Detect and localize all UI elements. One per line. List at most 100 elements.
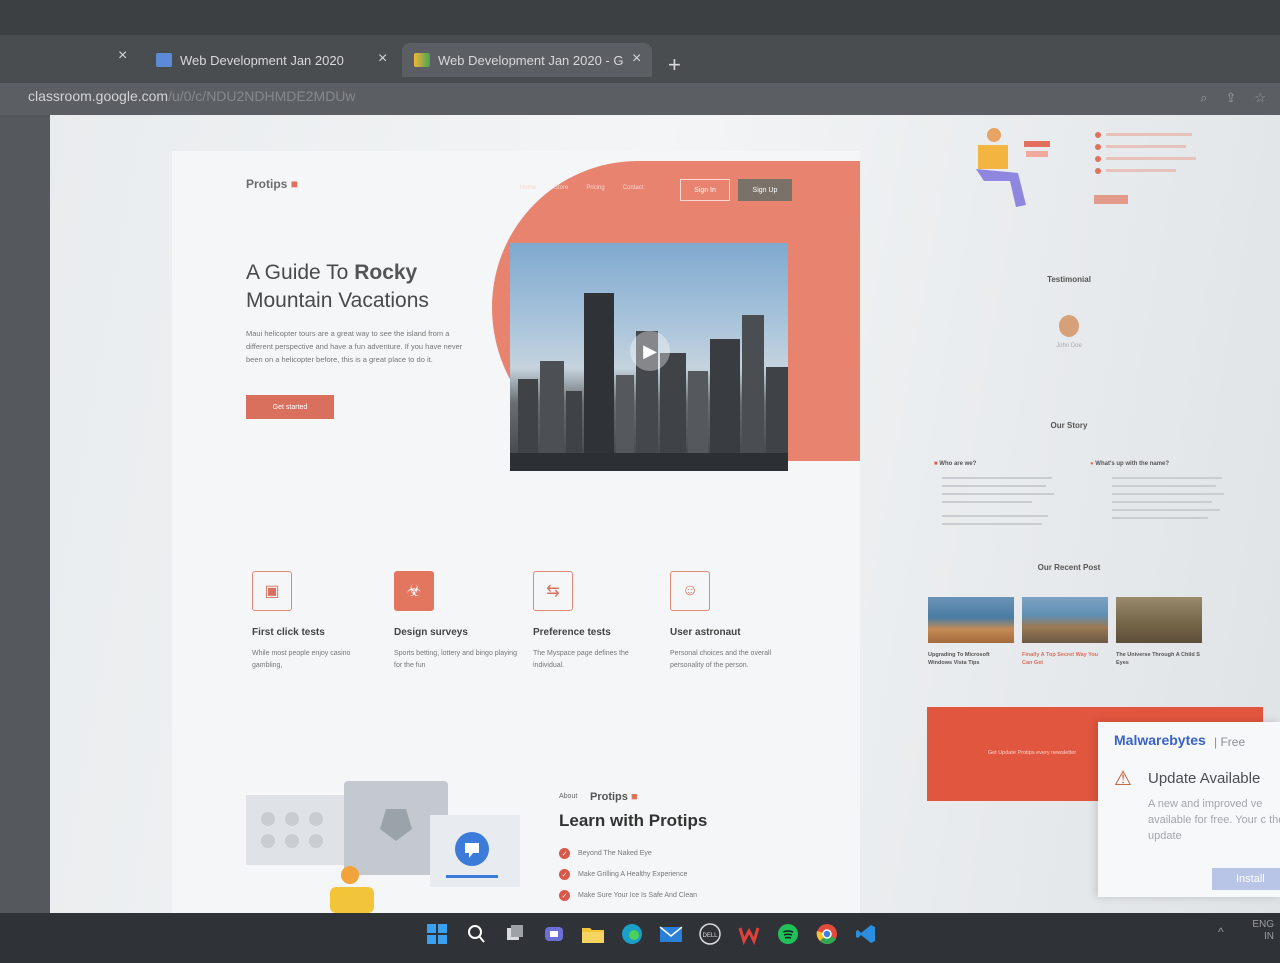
testimonial-avatar bbox=[1059, 315, 1079, 337]
close-tab-icon[interactable]: × bbox=[632, 50, 641, 68]
malwarebytes-notification: Malwarebytes | Free ⚠ Update Available A… bbox=[1098, 722, 1280, 897]
first-click-icon: ▣ bbox=[252, 571, 292, 611]
hero-title-part: Mountain Vacations bbox=[246, 289, 429, 312]
tier-text: Free bbox=[1220, 735, 1246, 749]
vscode-icon[interactable] bbox=[853, 921, 879, 947]
classroom-favicon-icon bbox=[156, 53, 172, 67]
spotify-icon[interactable] bbox=[775, 921, 801, 947]
region-code: IN bbox=[1264, 931, 1274, 942]
feature-first-click-tests: ▣ First click tests While most people en… bbox=[252, 571, 377, 672]
page-viewport: Protips ■ Home Store Pricing Contact Sig… bbox=[50, 115, 1280, 913]
url-text[interactable]: classroom.google.com/u/0/c/NDU2NDHMDE2MD… bbox=[28, 88, 356, 104]
feature-title: First click tests bbox=[252, 627, 325, 638]
post-title: Finally A Top Secret Way You Can Get bbox=[1022, 652, 1099, 666]
site-logo[interactable]: Protips ■ bbox=[246, 177, 298, 191]
about-title: Learn with Protips bbox=[559, 811, 708, 830]
feature-description: Sports betting, lottery and bingo playin… bbox=[394, 650, 517, 669]
hero-title-part: A Guide To bbox=[246, 261, 355, 284]
tab-label: Web Development Jan 2020 bbox=[180, 52, 344, 68]
play-video-button[interactable]: ▶ bbox=[630, 331, 670, 371]
sign-in-button[interactable]: Sign In bbox=[680, 179, 730, 201]
teams-chat-icon[interactable] bbox=[541, 921, 567, 947]
address-bar[interactable]: classroom.google.com/u/0/c/NDU2NDHMDE2MD… bbox=[0, 83, 1280, 115]
feature-user-astronaut: ☺ User astronaut Personal choices and th… bbox=[670, 571, 795, 672]
taskbar-icons: DELL bbox=[424, 921, 879, 947]
person-illustration bbox=[976, 128, 1050, 207]
whats-up-text: What's up with the name? bbox=[1095, 461, 1170, 467]
tab-strip: × Web Development Jan 2020 × Web Develop… bbox=[0, 35, 1280, 83]
play-icon: ▶ bbox=[643, 340, 657, 361]
toast-title: Update Available bbox=[1148, 770, 1261, 787]
logo-dot: ■ bbox=[290, 177, 298, 191]
chrome-icon[interactable] bbox=[814, 921, 840, 947]
malwarebytes-logo: Malwarebytes bbox=[1114, 732, 1206, 748]
windows-taskbar: DELL ^ ENG IN bbox=[0, 913, 1280, 963]
feature-title: Preference tests bbox=[533, 627, 611, 638]
tab-label: Web Development Jan 2020 - G bbox=[438, 52, 624, 68]
post-title: Upgrading To Microsoft Windows Vista Tip… bbox=[928, 652, 990, 666]
hero-city-image[interactable]: ▶ bbox=[510, 243, 788, 471]
edge-browser-icon[interactable] bbox=[619, 921, 645, 947]
feature-description: While most people enjoy casino gambling, bbox=[252, 650, 351, 669]
url-path: /u/0/c/NDU2NDHMDE2MDUw bbox=[168, 88, 356, 104]
post-image bbox=[928, 597, 1014, 643]
language-indicator[interactable]: ENG IN bbox=[1252, 919, 1274, 943]
recent-post-card[interactable]: The Universe Through A Child S Eyes bbox=[1116, 597, 1202, 667]
task-view-icon[interactable] bbox=[502, 921, 528, 947]
recent-post-card[interactable]: Upgrading To Microsoft Windows Vista Tip… bbox=[928, 597, 1014, 667]
whats-up-heading: ● What's up with the name? bbox=[1090, 461, 1169, 467]
wps-office-icon[interactable] bbox=[736, 921, 762, 947]
about-brand: Protips ■ bbox=[590, 791, 638, 803]
dell-icon[interactable]: DELL bbox=[697, 921, 723, 947]
google-drive-favicon-icon bbox=[414, 53, 430, 67]
who-are-we-heading: ■ Who are we? bbox=[934, 461, 976, 467]
testimonial-heading: Testimonial bbox=[1047, 275, 1091, 284]
logo-text: Protips bbox=[246, 177, 288, 191]
close-tab-icon[interactable]: × bbox=[378, 50, 387, 68]
features-section: ▣ First click tests While most people en… bbox=[246, 571, 786, 701]
language-code: ENG bbox=[1252, 919, 1274, 930]
tray-chevron-icon[interactable]: ^ bbox=[1218, 925, 1224, 939]
about-label: About bbox=[559, 793, 578, 800]
url-host: classroom.google.com bbox=[28, 88, 169, 104]
nav-pricing[interactable]: Pricing bbox=[586, 185, 604, 191]
recent-post-card[interactable]: Finally A Top Secret Way You Can Get bbox=[1022, 597, 1108, 667]
tier-label: | Free bbox=[1214, 735, 1245, 749]
nav-home[interactable]: Home bbox=[520, 185, 536, 191]
new-tab-button[interactable]: + bbox=[668, 52, 681, 78]
mail-icon[interactable] bbox=[658, 921, 684, 947]
post-image bbox=[1022, 597, 1108, 643]
feature-description: Personal choices and the overall persona… bbox=[670, 650, 772, 669]
list-item: ✓ Make Grilling A Healthy Experience bbox=[559, 864, 697, 885]
hero-title: A Guide To Rocky Mountain Vacations bbox=[246, 259, 429, 315]
windows-start-icon[interactable] bbox=[424, 921, 450, 947]
our-story-heading: Our Story bbox=[1050, 421, 1088, 430]
sign-up-button[interactable]: Sign Up bbox=[738, 179, 792, 201]
list-item-label: Beyond The Naked Eye bbox=[578, 850, 652, 857]
list-item: ✓ Make Sure Your Ice Is Safe And Clean bbox=[559, 885, 697, 906]
install-button[interactable]: Install bbox=[1212, 868, 1280, 890]
tab-classroom-1[interactable]: Web Development Jan 2020 × bbox=[146, 43, 396, 77]
nav-contact[interactable]: Contact bbox=[623, 185, 644, 191]
feature-design-surveys: ☣ Design surveys Sports betting, lottery… bbox=[394, 571, 519, 672]
list-item-label: Make Grilling A Healthy Experience bbox=[578, 871, 688, 878]
search-icon[interactable] bbox=[463, 921, 489, 947]
site-nav: Home Store Pricing Contact bbox=[520, 185, 643, 191]
close-tab-icon[interactable]: × bbox=[118, 47, 127, 65]
astronaut-icon: ☺ bbox=[670, 571, 710, 611]
tab-classroom-2[interactable]: Web Development Jan 2020 - G × bbox=[402, 43, 652, 77]
nav-store[interactable]: Store bbox=[554, 185, 568, 191]
share-icon[interactable]: ⇪ bbox=[1225, 90, 1236, 106]
toast-message: A new and improved ve available for free… bbox=[1148, 798, 1280, 842]
check-icon: ✓ bbox=[559, 869, 570, 880]
bookmark-star-icon[interactable]: ☆ bbox=[1254, 90, 1266, 106]
get-started-button[interactable]: Get started bbox=[246, 395, 334, 419]
handshake-icon: ⇆ bbox=[533, 571, 573, 611]
post-title: The Universe Through A Child S Eyes bbox=[1116, 652, 1200, 666]
file-explorer-icon[interactable] bbox=[580, 921, 606, 947]
zoom-icon[interactable]: ⌕ bbox=[1200, 90, 1207, 106]
about-brand-text: Protips bbox=[590, 791, 628, 803]
list-item: ✓ Beyond The Naked Eye bbox=[559, 843, 697, 864]
contact-list-graphic bbox=[1094, 132, 1196, 204]
landing-page: Protips ■ Home Store Pricing Contact Sig… bbox=[172, 151, 860, 913]
